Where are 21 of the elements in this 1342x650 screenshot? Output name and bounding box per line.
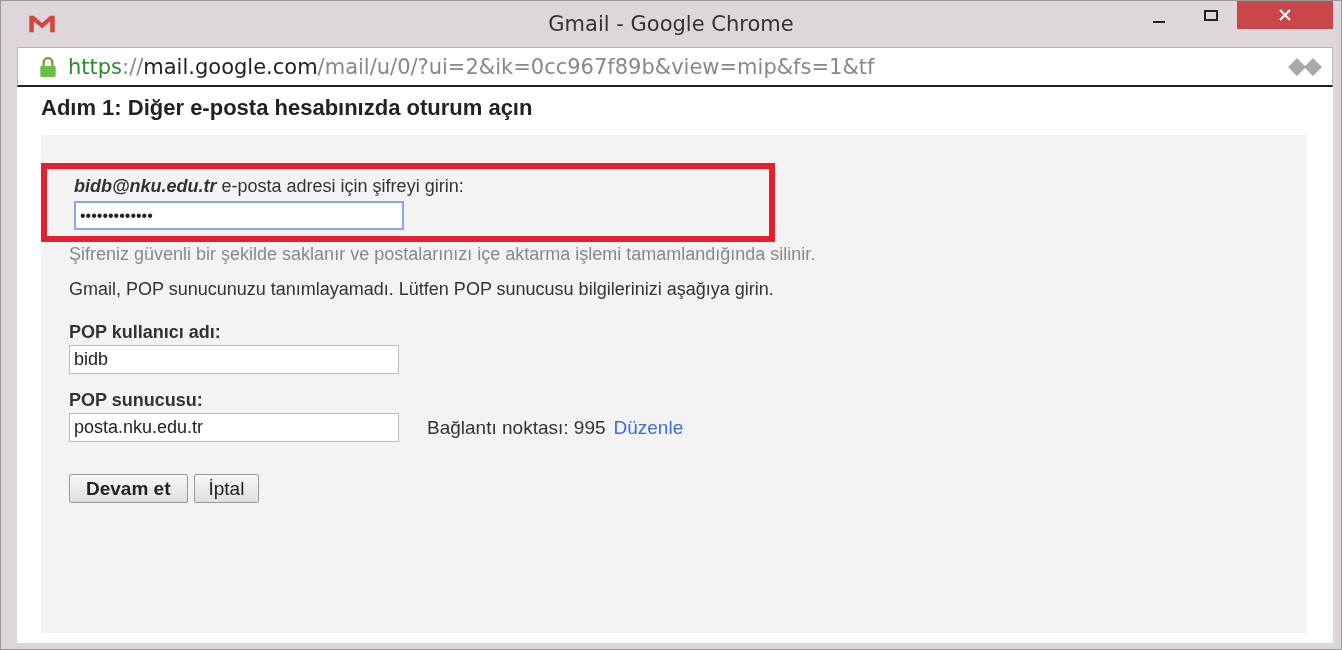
address-bar[interactable]: https://mail.google.com/mail/u/0/?ui=2&ik=0cc967f89b&view=mip&fs=1&tf <box>17 47 1333 87</box>
username-label: POP kullanıcı adı: <box>69 322 221 343</box>
close-icon <box>1277 7 1293 23</box>
server-label: POP sunucusu: <box>69 390 203 411</box>
minimize-icon <box>1153 21 1165 23</box>
password-field[interactable]: ••••••••••••• <box>74 201 404 230</box>
cancel-button[interactable]: İptal <box>193 474 260 503</box>
username-field[interactable]: bidb <box>69 345 399 374</box>
page-heading: Adım 1: Diğer e-posta hesabınızda oturum açın <box>41 95 534 121</box>
mail-logo-icon <box>27 14 57 34</box>
security-note: Şifreniz güvenli bir şekilde saklanır ve postalarınızı içe aktarma işlemi tamamlandığında silinir. <box>69 244 816 265</box>
continue-button[interactable]: Devam et <box>69 474 188 503</box>
url-text: https://mail.google.com/mail/u/0/?ui=2&ik=0cc967f89b&view=mip&fs=1&tf <box>68 54 876 79</box>
maximize-icon <box>1203 8 1219 24</box>
edit-link[interactable]: Düzenle <box>613 416 684 439</box>
window-title: Gmail - Google Chrome <box>548 12 794 36</box>
lock-icon <box>38 55 58 78</box>
server-message: Gmail, POP sunucunuzu tanımlayamadı. Lütfen POP sunucusu bilgilerinizi aşağıya girin. <box>69 279 774 300</box>
server-field[interactable]: posta.nku.edu.tr <box>69 413 399 442</box>
password-label: bidb@nku.edu.tr e-posta adresi için şifreyi girin: <box>74 176 464 197</box>
port-text: Bağlantı noktası: 995 <box>427 416 606 439</box>
